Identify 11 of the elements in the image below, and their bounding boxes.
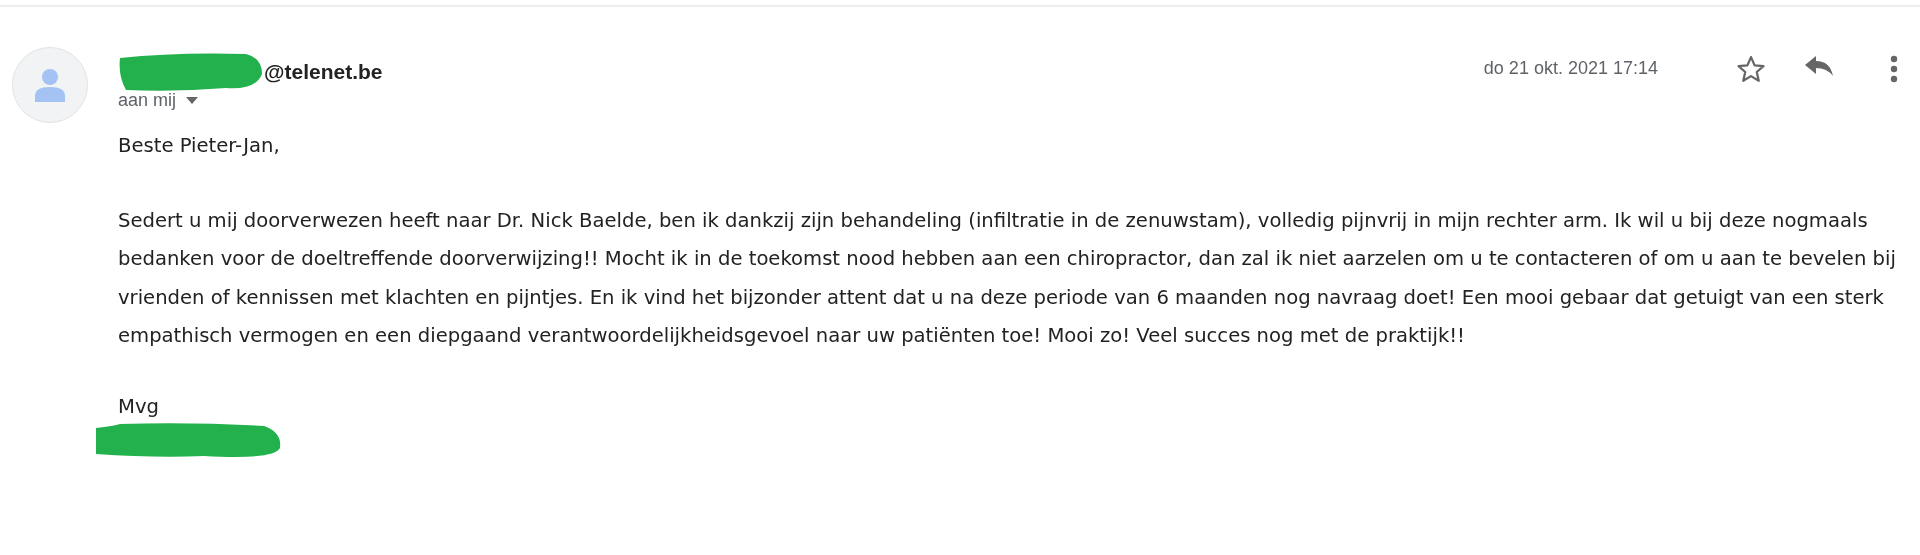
sender-address: @telenet.be [264,60,383,84]
recipient-label: aan mij [118,90,177,111]
person-icon [35,68,65,102]
more-icon[interactable] [1890,55,1898,83]
message-paragraph: Mvg [118,393,160,420]
reply-icon[interactable] [1804,54,1834,78]
message-date: do 21 okt. 2021 17:14 [1483,58,1658,79]
caret-icon[interactable] [186,97,199,104]
message-paragraph: Sedert u mij doorverwezen heeft naar Dr. Nick Baelde, ben ik dankzij zijn behandeling (infiltratie in de zenuwstam), volledig pijnvrij in mijn rechter arm. Ik wil u bij deze nogmaals bedanken voor de doeltreffende doorverwijzing!! Mocht ik in de toekomst nood hebben aan een chiropractor, dan zal ik niet aarzelen om u te contacteren of om u aan te bevelen bij vrienden of kennissen met klachten en pijntjes. En ik vind het bijzonder attent dat u na deze periode van 6 maanden nog navraag doet! Een mooi gebaar dat getuigt van een sterk empathisch vermogen en een diepgaand verantwoordelijkheidsgevoel naar uw patiënten toe! Mooi zo! Veel succes nog met de praktijk!! [118,207,1897,349]
message-paragraph: Beste Pieter-Jan, [118,133,281,159]
star-icon[interactable] [1736,54,1766,84]
